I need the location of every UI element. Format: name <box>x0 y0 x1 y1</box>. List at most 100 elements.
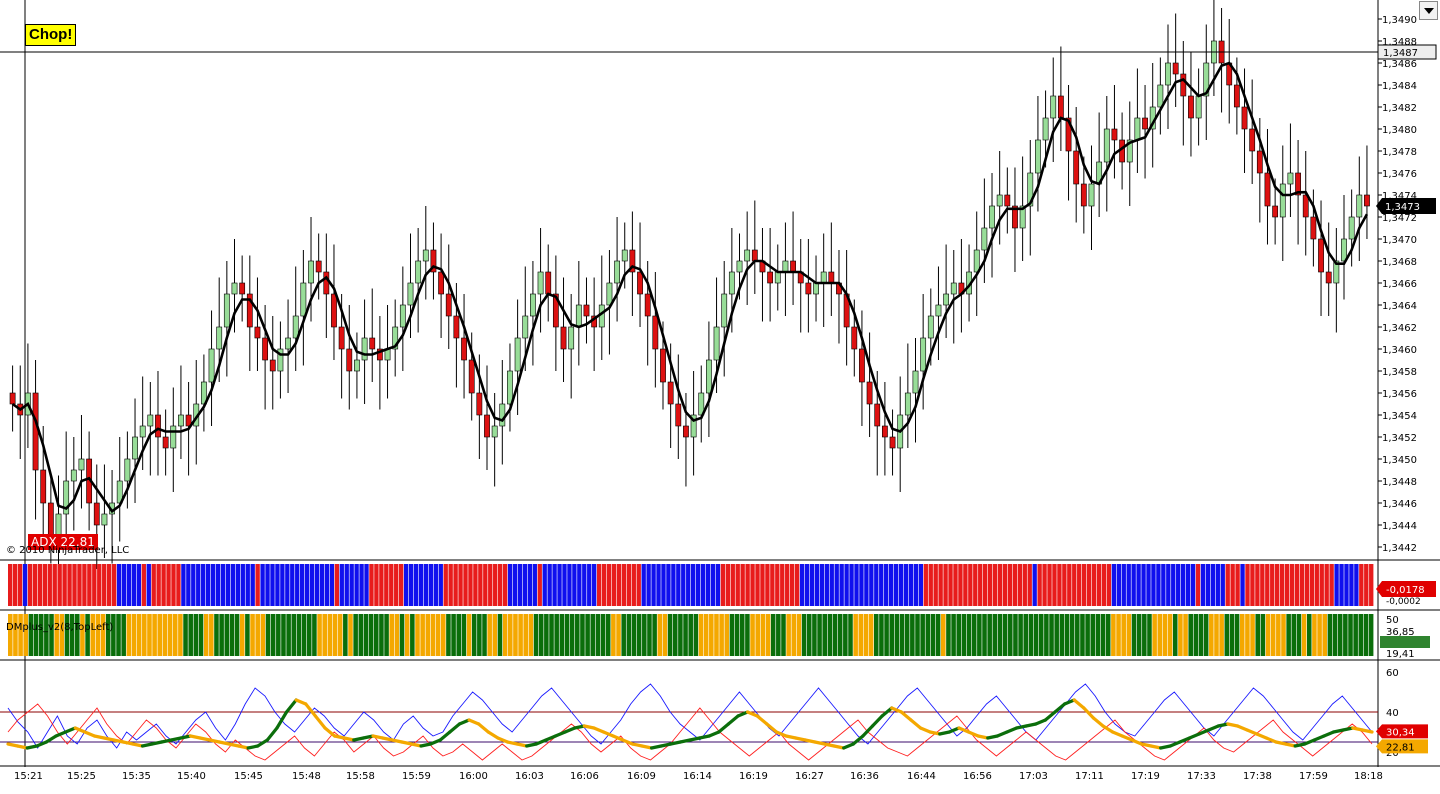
dmplus-bar <box>1085 614 1090 656</box>
bias-bar <box>695 564 701 606</box>
dmplus-bar <box>1172 614 1178 656</box>
candle-body <box>1050 95 1057 119</box>
dmplus-bar <box>889 614 895 656</box>
bias-bar <box>512 564 518 606</box>
candle-body <box>361 337 368 361</box>
bias-bar <box>176 564 181 606</box>
bias-bar <box>661 564 666 606</box>
dmplus-bar <box>33 614 39 656</box>
dmplus-bar <box>776 614 781 656</box>
bias-bar <box>596 564 602 606</box>
candle-body <box>583 304 590 317</box>
bias-bar <box>131 564 137 606</box>
bias-bar <box>52 564 57 606</box>
bias-bar <box>502 564 508 606</box>
dmplus-bar <box>229 614 235 656</box>
candle-body <box>667 381 674 405</box>
bias-bar <box>903 564 909 606</box>
price-tick-label: 1,3470 <box>1382 235 1417 246</box>
dmplus-bar <box>1157 614 1163 656</box>
chart-menu-dropdown-icon[interactable] <box>1419 1 1438 20</box>
bias-bar <box>403 564 409 606</box>
bias-bar <box>958 564 963 606</box>
dmplus-bar <box>1198 614 1204 656</box>
dmplus-bar <box>580 614 585 656</box>
bias-bar <box>1255 564 1260 606</box>
dmplus-bar <box>343 614 348 656</box>
dmplus-bar <box>1069 614 1075 656</box>
bias-bar <box>493 564 498 606</box>
bias-bar <box>582 564 587 606</box>
candle-body <box>354 359 360 372</box>
dmplus-bar <box>492 614 498 656</box>
dmplus-bar <box>487 614 492 656</box>
candle-body <box>1042 117 1049 141</box>
bias-value-label: -0,0178 <box>1386 585 1425 596</box>
dmplus-bar <box>28 614 34 656</box>
bias-bar <box>1091 564 1097 606</box>
candle-body <box>652 315 659 350</box>
bias-second-label: -0,0002 <box>1386 597 1421 607</box>
candle-body <box>101 513 108 526</box>
candle-body <box>32 392 39 471</box>
dmplus-bar <box>1167 614 1173 656</box>
dmplus-bar <box>1214 614 1219 656</box>
adx-line-segment <box>899 710 913 722</box>
price-tick-label: 1,3472 <box>1382 213 1417 224</box>
dmplus-bar <box>678 614 683 656</box>
candle-body <box>1302 194 1309 218</box>
bias-bar <box>186 564 191 606</box>
bias-bar <box>1081 564 1087 606</box>
time-tick-label: 15:59 <box>402 771 431 782</box>
bias-bar <box>245 564 250 606</box>
bias-bar <box>458 564 463 606</box>
bias-bar <box>834 564 839 606</box>
bias-bar <box>191 564 196 606</box>
bias-bar <box>22 564 28 606</box>
candle-body <box>415 260 422 284</box>
candle-body <box>1256 150 1263 174</box>
bias-bar <box>17 564 23 606</box>
bias-bar <box>854 564 859 606</box>
bias-bar <box>1002 564 1008 606</box>
dmplus-bar <box>884 614 889 656</box>
bias-bar <box>102 564 107 606</box>
bias-bar <box>468 564 473 606</box>
bias-bar <box>37 564 43 606</box>
dmplus-bar <box>255 614 260 656</box>
bias-bar <box>146 564 151 606</box>
adx-line-segment <box>726 714 740 726</box>
dmplus-bar <box>894 614 900 656</box>
candle-body <box>790 260 796 273</box>
dmplus-bar <box>920 614 925 656</box>
bias-bar <box>1200 564 1206 606</box>
time-tick-label: 16:27 <box>795 771 824 782</box>
dmplus-bar <box>1276 614 1281 656</box>
candle-body <box>751 249 758 262</box>
candle-body <box>1165 62 1171 86</box>
dmplus-bar <box>935 614 941 656</box>
price-tick-label: 1,3444 <box>1382 521 1417 532</box>
dmplus-bar <box>312 614 317 656</box>
bias-bar <box>1230 564 1235 606</box>
time-tick-label: 17:33 <box>1187 771 1216 782</box>
dmplus-bar <box>38 614 44 656</box>
dmplus-bar <box>1234 614 1240 656</box>
bias-bar <box>1260 564 1265 606</box>
bias-bar <box>82 564 87 606</box>
dmplus-bar <box>595 614 601 656</box>
candle-body <box>1111 128 1118 141</box>
bias-bar <box>631 564 636 606</box>
dmplus-bar <box>1270 614 1276 656</box>
candle-body <box>331 293 337 328</box>
bias-bar <box>676 564 681 606</box>
bias-bar <box>448 564 453 606</box>
dmplus-bar <box>1116 614 1121 656</box>
dmplus-bar <box>600 614 606 656</box>
bias-bar <box>354 564 359 606</box>
bias-bar <box>1007 564 1013 606</box>
dmplus-bar <box>291 614 297 656</box>
candle-body <box>568 326 575 350</box>
dmplus-bar <box>1013 614 1018 656</box>
bias-bar <box>809 564 815 606</box>
